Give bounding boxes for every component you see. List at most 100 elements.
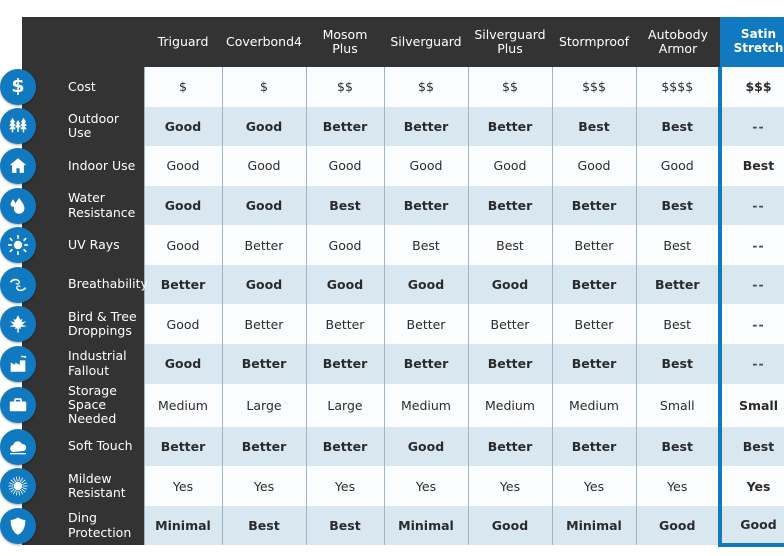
table-cell: Better bbox=[305, 344, 385, 384]
table-cell: Better bbox=[221, 304, 307, 345]
table-cell: $$ bbox=[305, 67, 385, 107]
table-row: $ Cost $ $ $$ $$ $$ $$$ $$$$ $$$ bbox=[0, 67, 784, 107]
table-row: UV Rays Good Better Good Best Best Better Best -… bbox=[0, 225, 784, 265]
table-cell: Minimal bbox=[383, 505, 469, 546]
dollar-icon: $ bbox=[0, 68, 36, 105]
table-row: Breathability Better Good Good Good Good Bette… bbox=[0, 264, 784, 305]
table-cell: Better bbox=[221, 225, 307, 265]
table-cell: Better bbox=[305, 426, 385, 467]
table-row: Ding Protection Minimal Best Best Minimal Goo… bbox=[0, 505, 784, 548]
table-cell: -- bbox=[718, 225, 784, 265]
column-header-mosom-plus[interactable]: Mosom Plus bbox=[306, 17, 384, 67]
row-label-bird-tree-droppings: Bird & Tree Droppings bbox=[0, 304, 144, 345]
comparison-table-root: Triguard Coverbond4 Mosom Plus Silverguard S… bbox=[0, 0, 784, 556]
table-cell: Better bbox=[551, 344, 637, 384]
row-label-soft-touch: Soft Touch bbox=[0, 426, 144, 467]
table-cell: Better bbox=[383, 185, 469, 226]
table-cell: Small bbox=[718, 383, 784, 427]
row-label-water-resistance: Water Resistance bbox=[0, 185, 144, 226]
row-label-text: Cost bbox=[68, 78, 96, 94]
table-cell: Better bbox=[221, 344, 307, 384]
row-label-industrial-fallout: Industrial Fallout bbox=[0, 344, 144, 384]
table-cell: Best bbox=[305, 185, 385, 226]
table-cell: $ bbox=[221, 67, 307, 107]
row-label-text: Outdoor Use bbox=[68, 110, 120, 141]
table-cell: Good bbox=[383, 146, 469, 186]
table-cell: Better bbox=[383, 304, 469, 345]
table-cell: Good bbox=[143, 304, 223, 345]
table-cell: Good bbox=[467, 146, 553, 186]
row-label-storage-space-needed: Storage Space Needed bbox=[0, 382, 144, 427]
table-cell: Good bbox=[635, 146, 721, 186]
product-comparison-table: Triguard Coverbond4 Mosom Plus Silverguard S… bbox=[0, 17, 784, 548]
row-label-text: Breathability bbox=[68, 276, 148, 292]
table-cell: Best bbox=[718, 146, 784, 186]
table-cell: Better bbox=[551, 304, 637, 345]
table-cell: Good bbox=[383, 264, 469, 305]
table-cell: Good bbox=[718, 505, 784, 548]
table-cell: Best bbox=[551, 106, 637, 147]
row-label-mildew-resistant: Mildew Resistant bbox=[0, 466, 144, 506]
table-cell: Good bbox=[383, 426, 469, 467]
table-cell: Best bbox=[221, 505, 307, 546]
water-drop-icon bbox=[0, 187, 36, 224]
sun-icon bbox=[0, 227, 36, 264]
row-label-text: Soft Touch bbox=[68, 438, 133, 454]
table-cell: Large bbox=[305, 383, 385, 427]
column-header-coverbond4[interactable]: Coverbond4 bbox=[222, 17, 306, 67]
header-corner-cell bbox=[22, 17, 144, 67]
table-cell: -- bbox=[718, 304, 784, 345]
table-cell: Minimal bbox=[143, 505, 223, 546]
table-cell: Good bbox=[635, 505, 721, 546]
header-row: Triguard Coverbond4 Mosom Plus Silverguard S… bbox=[22, 17, 784, 67]
table-cell: -- bbox=[718, 344, 784, 384]
table-cell: Yes bbox=[143, 466, 223, 506]
table-cell: Better bbox=[551, 225, 637, 265]
table-cell: Yes bbox=[635, 466, 721, 506]
row-label-ding-protection: Ding Protection bbox=[0, 505, 144, 546]
table-cell: Yes bbox=[467, 466, 553, 506]
row-label-text: Water Resistance bbox=[68, 190, 136, 220]
table-cell: Better bbox=[551, 185, 637, 226]
column-header-stormproof[interactable]: Stormproof bbox=[552, 17, 636, 67]
column-header-autobody-armor[interactable]: Autobody Armor bbox=[636, 17, 720, 67]
column-header-satin-stretch[interactable]: Satin Stretch bbox=[720, 17, 784, 67]
table-cell: $$ bbox=[467, 67, 553, 107]
table-cell: Medium bbox=[143, 383, 223, 427]
table-cell: Good bbox=[467, 264, 553, 305]
table-cell: Better bbox=[467, 426, 553, 467]
briefcase-icon bbox=[0, 387, 36, 424]
table-cell: Good bbox=[221, 264, 307, 305]
row-label-text: Storage Space Needed bbox=[68, 382, 117, 427]
cloud-icon bbox=[0, 428, 36, 465]
table-cell: -- bbox=[718, 106, 784, 147]
column-header-silverguard-plus[interactable]: Silverguard Plus bbox=[468, 17, 552, 67]
wind-icon bbox=[0, 266, 36, 303]
table-body: $ Cost $ $ $$ $$ $$ $$$ $$$$ $$$ Outdoor Use Good Go… bbox=[0, 67, 784, 548]
spore-icon bbox=[0, 468, 36, 505]
table-cell: Good bbox=[221, 106, 307, 147]
table-cell: -- bbox=[718, 185, 784, 226]
row-label-text: Indoor Use bbox=[68, 157, 136, 173]
table-cell: -- bbox=[718, 264, 784, 305]
table-cell: Better bbox=[467, 304, 553, 345]
table-cell: Best bbox=[718, 426, 784, 467]
table-cell: Yes bbox=[718, 466, 784, 506]
trees-icon bbox=[0, 108, 36, 145]
table-cell: Better bbox=[221, 426, 307, 467]
table-cell: Yes bbox=[305, 466, 385, 506]
table-cell: Good bbox=[221, 185, 307, 226]
row-label-text: Bird & Tree Droppings bbox=[68, 308, 137, 339]
table-row: Water Resistance Good Good Best Better Better… bbox=[0, 185, 784, 226]
table-cell: $ bbox=[143, 67, 223, 107]
table-cell: Medium bbox=[383, 383, 469, 427]
row-label-text: UV Rays bbox=[68, 236, 120, 252]
table-cell: Good bbox=[143, 146, 223, 186]
table-cell: Good bbox=[551, 146, 637, 186]
column-header-silverguard[interactable]: Silverguard bbox=[384, 17, 468, 67]
table-cell: Better bbox=[305, 304, 385, 345]
table-cell: Better bbox=[467, 344, 553, 384]
column-header-triguard[interactable]: Triguard bbox=[144, 17, 222, 67]
table-cell: Medium bbox=[467, 383, 553, 427]
table-cell: Yes bbox=[551, 466, 637, 506]
